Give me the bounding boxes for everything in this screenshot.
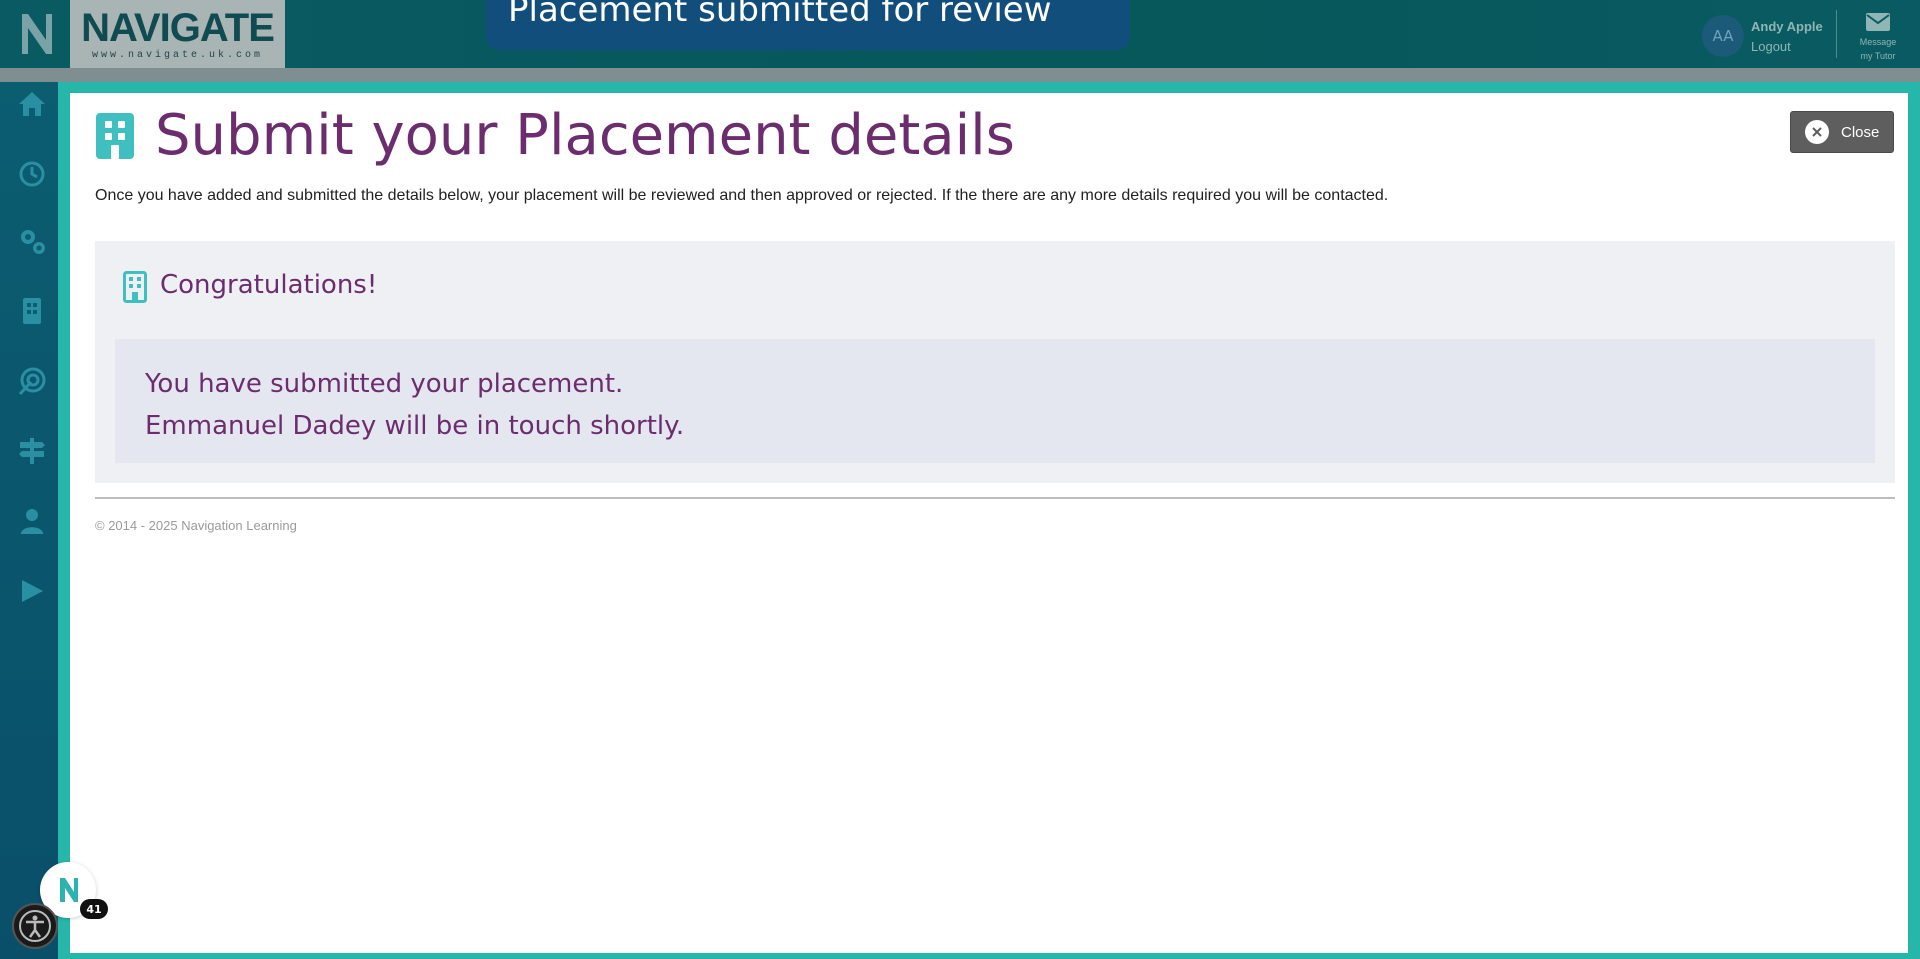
- intro-text: Once you have added and submitted the de…: [95, 187, 1389, 204]
- toast-notification: Placement submitted for review: [486, 0, 1130, 50]
- envelope-icon[interactable]: [1866, 13, 1890, 31]
- close-button-label: Close: [1841, 123, 1880, 141]
- building-icon[interactable]: [18, 297, 46, 325]
- page-title: Submit your Placement details: [155, 103, 1015, 168]
- message-tutor-button[interactable]: Message my Tutor: [1848, 35, 1908, 63]
- clock-icon[interactable]: [18, 160, 46, 188]
- close-button[interactable]: Close: [1790, 111, 1894, 153]
- top-bar: NAVIGATE www.navigate.uk.com Placement s…: [0, 0, 1920, 68]
- brand-url: www.navigate.uk.com: [91, 49, 264, 61]
- home-icon[interactable]: [18, 90, 46, 118]
- message-line-1: You have submitted your placement.: [145, 369, 624, 399]
- divider: [95, 497, 1895, 499]
- topbar-shadow: [0, 68, 1920, 82]
- brand-logo[interactable]: NAVIGATE www.navigate.uk.com: [70, 0, 285, 68]
- confirmation-message: You have submitted your placement. Emman…: [115, 339, 1875, 463]
- sidebar: [0, 82, 58, 959]
- signpost-icon[interactable]: [18, 437, 46, 465]
- message-line-2: Emmanuel Dadey will be in touch shortly.: [145, 411, 685, 441]
- panel-title: Congratulations!: [160, 270, 378, 300]
- play-icon[interactable]: [18, 577, 46, 605]
- building-icon: [96, 113, 134, 159]
- building-icon: [123, 271, 147, 303]
- brand-name: NAVIGATE: [81, 5, 275, 50]
- notification-badge: 41: [80, 899, 108, 919]
- header-divider: [1836, 10, 1837, 58]
- message-tutor-line1: Message: [1859, 37, 1897, 47]
- navigate-n-logo-icon[interactable]: [18, 10, 56, 56]
- accessibility-button[interactable]: [12, 903, 58, 949]
- accessibility-icon: [19, 910, 51, 942]
- message-tutor-line2: my Tutor: [1860, 51, 1896, 61]
- placement-modal: Submit your Placement details Close Once…: [70, 93, 1908, 953]
- close-icon: [1805, 120, 1829, 144]
- avatar[interactable]: AA: [1702, 15, 1744, 57]
- user-name[interactable]: Andy Apple: [1751, 19, 1823, 34]
- footer-copyright: © 2014 - 2025 Navigation Learning: [95, 518, 297, 533]
- user-icon[interactable]: [18, 507, 46, 535]
- target-icon[interactable]: [18, 367, 46, 395]
- logout-link[interactable]: Logout: [1751, 39, 1791, 54]
- congratulations-panel: Congratulations! You have submitted your…: [95, 241, 1895, 483]
- gears-icon[interactable]: [18, 227, 46, 255]
